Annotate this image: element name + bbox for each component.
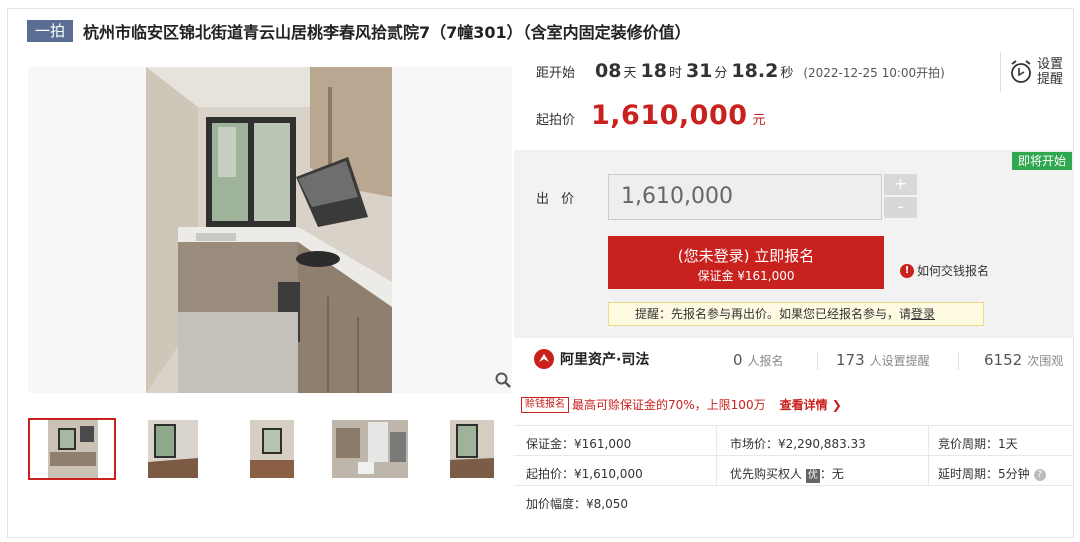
divider: [716, 425, 717, 485]
main-photo[interactable]: [28, 67, 512, 393]
divider: [928, 425, 929, 485]
increment-info: 加价幅度：¥8,050: [526, 497, 628, 511]
countdown: 距开始 08 天 18 时 31 分 18.2 秒 (2022-12-25 10…: [536, 60, 945, 82]
login-tip: 提醒：先报名参与再出价。如果您已经报名参与，请登录: [608, 302, 984, 326]
page-title: 杭州市临安区锦北街道青云山居桃李春风拾贰院7（7幢301）（含室内固定装修价值）: [83, 23, 691, 42]
countdown-days: 08: [595, 60, 622, 82]
view-count: 6152 次围观: [984, 351, 1063, 369]
priority-buyer-label: 优先购买权人: [730, 467, 803, 481]
reminder-count-label: 人设置提醒: [869, 354, 930, 368]
brand-logo: 阿里资产·司法: [534, 349, 649, 369]
login-tip-text: 提醒：先报名参与再出价。如果您已经报名参与，请: [635, 307, 912, 321]
reminder-count-number: 173: [836, 351, 865, 369]
signup-count-label: 人报名: [747, 354, 784, 368]
status-badge: 即将开始: [1011, 152, 1072, 170]
start-price-info: 起拍价：¥1,610,000: [526, 467, 643, 481]
how-to-pay-link[interactable]: ! 如何交钱报名: [900, 262, 989, 279]
help-icon[interactable]: ?: [1033, 468, 1046, 481]
divider: [514, 455, 1074, 456]
zoom-icon[interactable]: [494, 371, 512, 389]
divider: [958, 352, 959, 370]
alarm-clock-icon: [1011, 60, 1031, 83]
bid-panel: 即将开始 出 价 1,610,000 + - (您未登录) 立即报名 保证金 ¥…: [514, 150, 1074, 338]
auction-start-time: (2022-12-25 10:00开拍): [803, 66, 945, 80]
thumbnail-4[interactable]: [328, 418, 416, 480]
countdown-seconds-unit: 秒: [780, 66, 794, 81]
start-price-unit: 元: [752, 113, 766, 128]
delay-period-info: 延时周期：5分钟?: [938, 465, 1046, 482]
divider: [514, 485, 1074, 486]
signup-count: 0 人报名: [733, 351, 784, 369]
start-price-label: 起拍价: [536, 113, 576, 128]
priority-buyer-value: ：无: [819, 467, 844, 481]
view-count-number: 6152: [984, 351, 1023, 369]
auction-period-info: 竞价周期：1天: [938, 437, 1018, 451]
view-details-link[interactable]: 查看详情 ❯: [780, 396, 842, 413]
bid-label: 出 价: [536, 192, 579, 207]
signup-button-label: (您未登录) 立即报名: [677, 247, 815, 265]
auction-round-tag: 一拍: [27, 20, 74, 42]
signup-count-number: 0: [733, 351, 743, 369]
priority-buyer-info: 优先购买权人 优：无: [730, 465, 844, 483]
bid-amount-input[interactable]: 1,610,000: [608, 174, 882, 220]
countdown-minutes-unit: 分: [714, 66, 728, 81]
countdown-days-unit: 天: [623, 66, 637, 81]
start-price: 起拍价 1,610,000 元: [536, 100, 766, 131]
countdown-minutes: 31: [685, 60, 713, 82]
bid-increase-button[interactable]: +: [884, 174, 917, 195]
view-count-label: 次围观: [1027, 354, 1064, 368]
how-to-pay-label: 如何交钱报名: [917, 264, 990, 278]
thumbnail-strip: [28, 418, 516, 480]
reminder-label-line2: 提醒: [1037, 72, 1064, 87]
set-reminder-button[interactable]: 设置 提醒: [1000, 52, 1070, 92]
bid-decrease-button[interactable]: -: [884, 197, 917, 218]
signup-deposit-label: 保证金 ¥161,000: [697, 269, 795, 283]
start-price-value: 1,610,000: [591, 100, 748, 131]
credit-signup-banner: 赊钱报名 最高可赊保证金的70%，上限100万 查看详情 ❯: [521, 396, 842, 413]
reminder-label-line1: 设置: [1037, 57, 1064, 72]
countdown-hours: 18: [640, 60, 667, 82]
credit-signup-badge: 赊钱报名: [521, 396, 569, 413]
thumbnail-2[interactable]: [128, 418, 216, 480]
divider: [817, 352, 818, 370]
signup-button[interactable]: (您未登录) 立即报名 保证金 ¥161,000: [608, 236, 884, 289]
thumbnail-3[interactable]: [228, 418, 316, 480]
login-link[interactable]: 登录: [911, 307, 935, 321]
ali-assets-logo-icon: [534, 349, 554, 369]
countdown-label: 距开始: [536, 66, 576, 81]
market-price-info: 市场价：¥2,290,883.33: [730, 437, 866, 451]
info-icon: !: [900, 263, 914, 278]
brand-name: 阿里资产·司法: [560, 352, 650, 368]
countdown-seconds: 18.2: [731, 60, 779, 82]
thumbnail-5[interactable]: [428, 418, 516, 480]
reminder-count: 173 人设置提醒: [836, 351, 930, 369]
delay-period-label: 延时周期：5分钟: [938, 467, 1030, 481]
priority-badge: 优: [805, 469, 820, 483]
divider: [514, 425, 1074, 426]
countdown-hours-unit: 时: [668, 66, 682, 81]
thumbnail-1[interactable]: [28, 418, 116, 480]
main-photo-image: [28, 67, 512, 393]
deposit-info: 保证金：¥161,000: [526, 437, 632, 451]
title-row: 一拍 杭州市临安区锦北街道青云山居桃李春风拾贰院7（7幢301）（含室内固定装修…: [27, 19, 691, 43]
credit-signup-text: 最高可赊保证金的70%，上限100万: [572, 398, 766, 412]
